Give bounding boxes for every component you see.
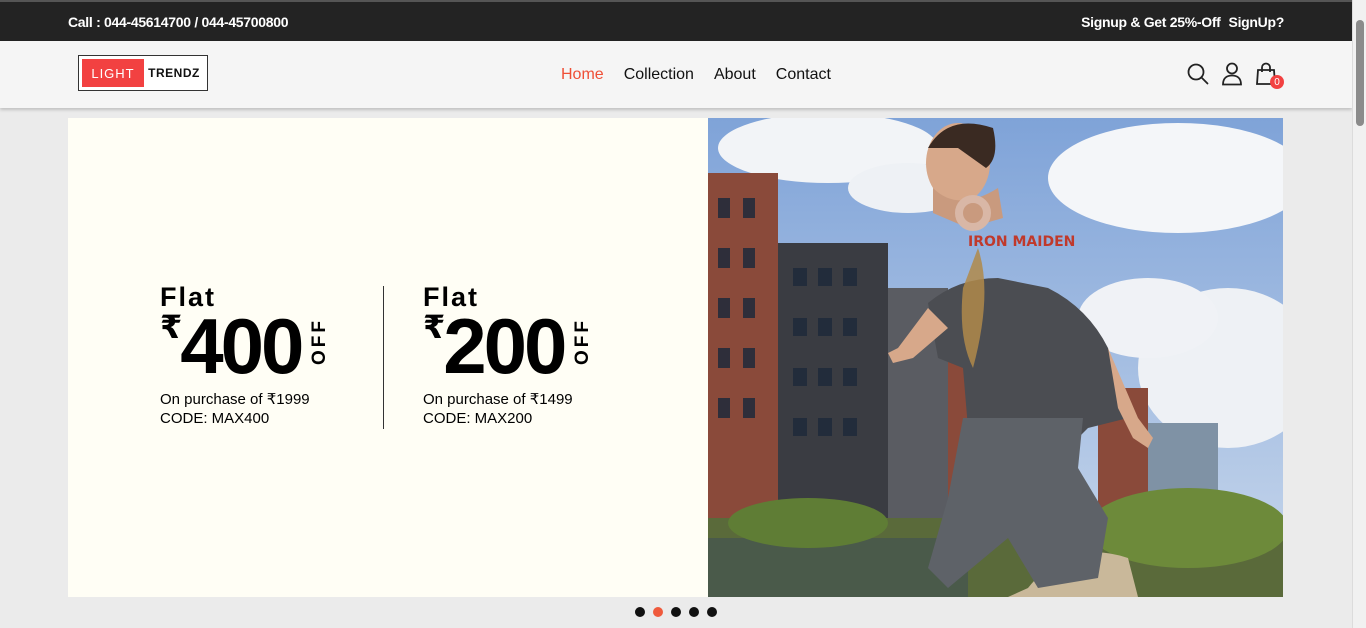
carousel-dot[interactable]	[671, 607, 681, 617]
offer-block: Flat ₹ 400 OFF On purchase of ₹1999 CODE…	[160, 284, 331, 428]
call-numbers: Call : 044-45614700 / 044-45700800	[68, 14, 289, 30]
search-icon[interactable]	[1186, 61, 1210, 87]
cart-count-badge: 0	[1270, 75, 1284, 89]
signup-promo: Signup & Get 25%-Off SignUp?	[1073, 14, 1284, 30]
svg-text:IRON MAIDEN: IRON MAIDEN	[968, 234, 1075, 250]
main-navbar: LIGHT TRENDZ Home Collection About Conta…	[0, 41, 1352, 108]
offer-amount-value: 200	[443, 302, 567, 390]
nav-home[interactable]: Home	[561, 66, 604, 84]
carousel-dots	[635, 607, 717, 617]
offer-code: CODE: MAX200	[423, 410, 533, 427]
offer-amount: ₹ 200 OFF	[423, 302, 594, 390]
carousel-dot[interactable]	[635, 607, 645, 617]
top-announcement-bar: Call : 044-45614700 / 044-45700800 Signu…	[0, 0, 1352, 41]
carousel-dot[interactable]	[707, 607, 717, 617]
signup-link[interactable]: SignUp?	[1229, 14, 1285, 30]
carousel-dot[interactable]	[653, 607, 663, 617]
offer-description: On purchase of ₹1499 CODE: MAX200	[423, 390, 594, 428]
shopping-bag-icon[interactable]: 0	[1254, 61, 1284, 89]
offer-amount: ₹ 400 OFF	[160, 302, 331, 390]
rupee-symbol: ₹	[423, 309, 446, 345]
main-menu: Home Collection About Contact	[561, 66, 831, 84]
offer-purchase-text: On purchase of ₹1499	[423, 391, 573, 408]
brand-logo[interactable]: LIGHT TRENDZ	[78, 55, 208, 91]
offer-code: CODE: MAX400	[160, 410, 270, 427]
nav-contact[interactable]: Contact	[776, 66, 831, 84]
offer-off-label: OFF	[309, 318, 331, 366]
scrollbar-thumb[interactable]	[1356, 20, 1364, 126]
signup-offer-text: Signup & Get 25%-Off	[1081, 14, 1221, 30]
offer-off-label: OFF	[572, 318, 594, 366]
offer-amount-value: 400	[180, 302, 304, 390]
logo-light: LIGHT	[82, 59, 144, 87]
offer-divider	[383, 286, 384, 429]
offer-description: On purchase of ₹1999 CODE: MAX400	[160, 390, 331, 428]
model-photo-illustration: IRON MAIDEN	[708, 118, 1283, 597]
hero-photo: IRON MAIDEN	[708, 118, 1283, 597]
offer-block: Flat ₹ 200 OFF On purchase of ₹1499 CODE…	[423, 284, 594, 428]
carousel-dot[interactable]	[689, 607, 699, 617]
offer-panel: Flat ₹ 400 OFF On purchase of ₹1999 CODE…	[68, 118, 708, 597]
nav-collection[interactable]: Collection	[624, 66, 694, 84]
logo-trendz: TRENDZ	[148, 66, 200, 80]
page-scrollbar[interactable]	[1352, 0, 1366, 628]
offer-purchase-text: On purchase of ₹1999	[160, 391, 310, 408]
nav-about[interactable]: About	[714, 66, 756, 84]
rupee-symbol: ₹	[160, 309, 183, 345]
hero-banner[interactable]: Flat ₹ 400 OFF On purchase of ₹1999 CODE…	[68, 118, 1283, 597]
nav-icon-group: 0	[1186, 61, 1284, 89]
user-icon[interactable]	[1220, 61, 1244, 87]
